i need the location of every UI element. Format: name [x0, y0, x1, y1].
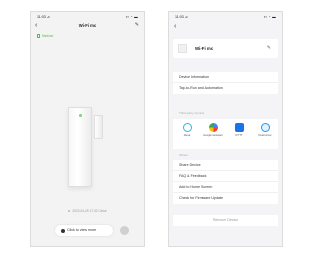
section-label-third-party: Third-party Control	[179, 111, 205, 115]
dual-home-icon	[260, 123, 270, 132]
status-icons: ▪▪ ◔ ▬	[263, 15, 276, 19]
door-sensor-image	[68, 107, 92, 187]
service-label: IFTTT	[235, 134, 243, 137]
device-panel-screen: 11:03 ⊿ ▪▪ ◔ ▬ ‹ Wi-Fi mc ✎ Medium 2020-…	[30, 11, 145, 247]
service-label: Alexa	[183, 134, 191, 137]
device-name: Wi-Fi mc	[195, 46, 214, 51]
view-more-button[interactable]: Click to view more	[55, 225, 113, 236]
menu-item-tap-to-run[interactable]: Tap-to-Run and Automation	[173, 83, 278, 94]
battery-label: Medium	[42, 34, 54, 38]
status-time: 11:03 ⊿	[175, 15, 188, 19]
sensor-magnet-image	[94, 115, 103, 139]
status-bar: 11:03 ⊿ ▪▪ ◔ ▬	[31, 12, 144, 21]
menu-item-add-to-home-screen[interactable]: Add to Home Screen	[173, 182, 278, 193]
section-label-others: Others	[179, 153, 189, 157]
status-bar: 11:03 ⊿ ▪▪ ◔ ▬	[169, 12, 282, 21]
service-label: Dual Home	[258, 134, 272, 137]
page-title: Wi-Fi mc	[78, 23, 97, 28]
remove-device-button[interactable]: Remove Device	[173, 215, 278, 226]
sensor-led-icon	[78, 114, 82, 117]
device-header-card[interactable]: Wi-Fi mc ✎	[173, 39, 278, 58]
device-settings-screen: 11:03 ⊿ ▪▪ ◔ ▬ ‹ Wi-Fi mc ✎ Device Infor…	[168, 11, 283, 247]
record-dot-icon	[68, 210, 71, 213]
service-google-assistant[interactable]: Google Assistant	[201, 123, 225, 137]
service-alexa[interactable]: Alexa	[175, 123, 199, 137]
third-party-services: Alexa Google Assistant IFTTT Dual Home	[173, 119, 278, 149]
last-record: 2020-04-25 17:32 Close	[31, 209, 144, 213]
alexa-icon	[182, 123, 192, 132]
menu-item-faq-feedback[interactable]: FAQ & Feedback	[173, 171, 278, 182]
menu-group-bottom: Share Device FAQ & Feedback Add to Home …	[173, 160, 278, 204]
menu-group-top: Device Information Tap-to-Run and Automa…	[173, 72, 278, 94]
status-time: 11:03 ⊿	[37, 15, 50, 19]
device-thumbnail	[178, 44, 187, 53]
menu-item-device-information[interactable]: Device Information	[173, 72, 278, 83]
service-label: Google Assistant	[203, 134, 223, 137]
edit-icon[interactable]: ✎	[135, 22, 139, 28]
back-arrow-icon[interactable]: ‹	[174, 23, 176, 30]
nav-bar: ‹ Wi-Fi mc ✎	[31, 21, 144, 32]
battery-status: Medium	[31, 32, 144, 40]
menu-item-share-device[interactable]: Share Device	[173, 160, 278, 171]
record-icon	[61, 228, 65, 233]
bottom-bar: Click to view more	[31, 224, 144, 238]
service-ifttt[interactable]: IFTTT	[227, 123, 251, 137]
battery-icon	[37, 34, 40, 38]
edit-icon[interactable]: ✎	[267, 45, 271, 51]
view-more-label: Click to view more	[67, 228, 97, 232]
menu-group-remove: Remove Device	[173, 215, 278, 226]
google-assistant-icon	[208, 123, 218, 132]
menu-item-check-firmware-update[interactable]: Check for Firmware Update	[173, 193, 278, 204]
status-icons: ▪▪ ◔ ▬	[125, 15, 138, 19]
record-text: 2020-04-25 17:32 Close	[72, 209, 107, 213]
service-dual-home[interactable]: Dual Home	[253, 123, 277, 137]
ifttt-icon	[234, 123, 244, 132]
settings-button[interactable]	[120, 226, 129, 235]
